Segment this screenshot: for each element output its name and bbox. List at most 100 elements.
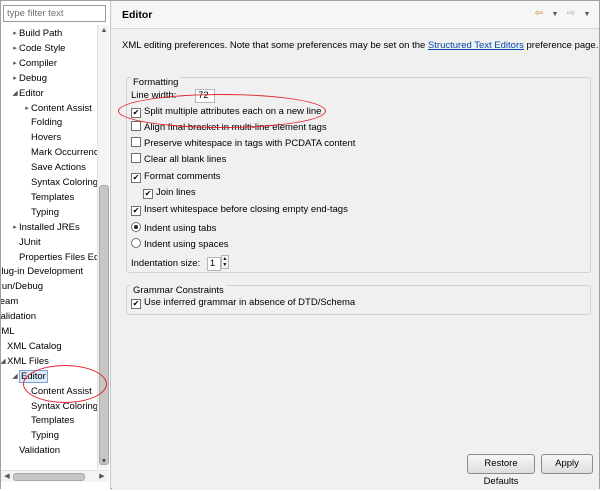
tree-item[interactable]: Hovers [23, 131, 61, 145]
inferred-grammar-label: Use inferred grammar in absence of DTD/S… [144, 297, 356, 308]
formatting-option[interactable]: ✔ Join lines [143, 186, 196, 200]
formatting-option[interactable]: ✔ Split multiple attributes each on a new… [131, 105, 321, 119]
tree-item[interactable]: ▸ Build Path [11, 27, 62, 41]
tree-expander-icon[interactable]: ▸ [23, 102, 31, 116]
tree-expander-icon[interactable]: ◢ [11, 87, 19, 101]
option-label: Clear all blank lines [144, 154, 227, 165]
indent-spaces-label: Indent using spaces [144, 239, 229, 250]
tree-item[interactable]: ◢Editor [11, 87, 44, 101]
tree-item[interactable]: ◢XML Files [1, 355, 49, 369]
preferences-navigation: ▸Build Path▸Code Style▸Compiler▸Debug◢Ed… [1, 1, 111, 490]
tree-expander-icon[interactable]: ▸ [11, 42, 19, 56]
formatting-option[interactable]: ✔ Format comments [131, 170, 221, 184]
scroll-up-icon[interactable]: ▲ [99, 26, 109, 36]
scroll-right-icon[interactable]: ▶ [97, 472, 107, 482]
structured-text-editors-link[interactable]: Structured Text Editors [428, 40, 524, 51]
apply-button[interactable]: Apply [541, 454, 593, 474]
option-checkbox[interactable] [131, 121, 141, 131]
indentation-size-stepper[interactable]: ▲ ▼ [220, 255, 229, 269]
option-checkbox[interactable]: ✔ [131, 206, 141, 216]
tree-item-label: Validation [19, 445, 61, 457]
line-width-field[interactable]: 72 [195, 89, 216, 103]
chevron-down-icon[interactable]: ▼ [581, 8, 593, 22]
filter-input[interactable] [3, 5, 106, 22]
option-checkbox[interactable] [131, 137, 141, 147]
indent-tabs-option[interactable]: Indent using tabs [131, 222, 216, 236]
indent-spaces-radio[interactable] [131, 238, 141, 248]
restore-defaults-button[interactable]: Restore Defaults [467, 454, 535, 487]
tree-item-label: JUnit [19, 236, 41, 248]
tree-item[interactable]: ▸ Debug [11, 72, 47, 86]
indentation-size-label: Indentation size: [131, 258, 201, 269]
option-checkbox[interactable] [131, 153, 141, 163]
tree-item[interactable]: ▸ Compiler [11, 57, 57, 71]
tree-item[interactable]: Templates [23, 414, 74, 428]
tree-item[interactable]: Syntax Coloring [23, 176, 97, 190]
inferred-grammar-option[interactable]: ✔ Use inferred grammar in absence of DTD/… [131, 296, 355, 310]
tree-item-label: Templates [31, 191, 75, 203]
formatting-option[interactable]: ✔ Insert whitespace before closing empty … [131, 203, 348, 217]
tree-item-label: Folding [31, 117, 63, 129]
history-navigation: ⇦ ▼ ⇨ ▼ [533, 8, 593, 22]
tree-item[interactable]: ▸ Content Assist [23, 102, 92, 116]
back-history-chevron-down-icon[interactable]: ▼ [549, 8, 561, 22]
tree-item[interactable]: ▸ Installed JREs [11, 221, 80, 235]
tree-item-label: Build Path [19, 28, 63, 39]
tree-expander-icon[interactable]: ▸ [11, 57, 19, 71]
tree-expander-icon[interactable]: ◢ [11, 370, 19, 384]
tree-item[interactable]: ◢XML [1, 325, 15, 339]
tree-item[interactable]: Typing [23, 206, 59, 220]
tree-item[interactable]: ▸Run/Debug [1, 280, 43, 294]
formatting-group-title: Formatting [131, 77, 181, 88]
tree-item[interactable]: Content Assist [23, 385, 92, 399]
indent-tabs-radio[interactable] [131, 222, 141, 232]
page-description: XML editing preferences. Note that some … [122, 40, 598, 51]
back-arrow-icon[interactable]: ⇦ [533, 8, 545, 22]
line-width-label: Line width: [131, 90, 177, 101]
formatting-group: Formatting Line width: 72 ✔ Split multipl… [126, 77, 591, 273]
tree-item[interactable]: Syntax Coloring [23, 400, 97, 414]
option-checkbox[interactable]: ✔ [143, 189, 153, 199]
formatting-option[interactable]: Align final bracket in multi-line elemen… [131, 121, 327, 135]
scroll-thumb[interactable] [99, 185, 109, 465]
tree-item[interactable]: Typing [23, 429, 59, 443]
forward-arrow-icon[interactable]: ⇨ [565, 8, 577, 22]
indentation-size-field[interactable]: 1 [206, 257, 221, 271]
tree-item[interactable]: ▸Plug-in Development [1, 265, 83, 279]
tree-item-label: Syntax Coloring [31, 400, 97, 412]
tree-item-label: Validation [1, 311, 37, 323]
tree-item[interactable]: ▸ Code Style [11, 42, 65, 56]
tree-item[interactable]: ▸Team [1, 295, 18, 309]
tree-item[interactable]: Save Actions [23, 161, 86, 175]
indent-spaces-option[interactable]: Indent using spaces [131, 238, 229, 252]
scroll-left-icon[interactable]: ◀ [2, 472, 12, 482]
tree-horizontal-scrollbar[interactable]: ◀ ▶ [1, 470, 109, 482]
tree-item[interactable]: ◢Editor [11, 369, 48, 384]
tree-expander-icon[interactable]: ▸ [11, 221, 19, 235]
hscroll-thumb[interactable] [13, 473, 85, 481]
description-text: XML editing preferences. Note that some … [122, 40, 428, 51]
tree-item[interactable]: Validation [11, 444, 60, 458]
option-checkbox[interactable]: ✔ [131, 173, 141, 183]
formatting-option[interactable]: Preserve whitespace in tags with PCDATA … [131, 137, 355, 151]
preferences-window: ▸Build Path▸Code Style▸Compiler▸Debug◢Ed… [0, 0, 600, 490]
tree-expander-icon[interactable]: ▸ [11, 72, 19, 86]
scroll-down-icon[interactable]: ▼ [99, 457, 109, 467]
tree-item[interactable]: XML Catalog [1, 340, 62, 354]
inferred-grammar-checkbox[interactable]: ✔ [131, 299, 141, 309]
tree-item[interactable]: Properties Files Editor [11, 251, 97, 265]
tree-item[interactable]: Validation [1, 310, 36, 324]
tree-item-label: Editor [19, 369, 48, 383]
option-checkbox[interactable]: ✔ [131, 108, 141, 118]
formatting-option[interactable]: Clear all blank lines [131, 153, 226, 167]
tree-expander-icon[interactable]: ▸ [11, 27, 19, 41]
indentation-size-row: Indentation size: 1 ▲ ▼ [131, 255, 229, 271]
tree-item[interactable]: Folding [23, 116, 62, 130]
tree-item[interactable]: Mark Occurrences [23, 146, 97, 160]
tree-item-label: Editor [19, 87, 44, 99]
tree-item[interactable]: Templates [23, 191, 74, 205]
tree-vertical-scrollbar[interactable]: ▲ ▼ [97, 25, 109, 469]
tree-item-label: Installed JREs [19, 221, 80, 233]
tree-item-label: Mark Occurrences [31, 147, 97, 159]
tree-item[interactable]: JUnit [11, 236, 41, 250]
